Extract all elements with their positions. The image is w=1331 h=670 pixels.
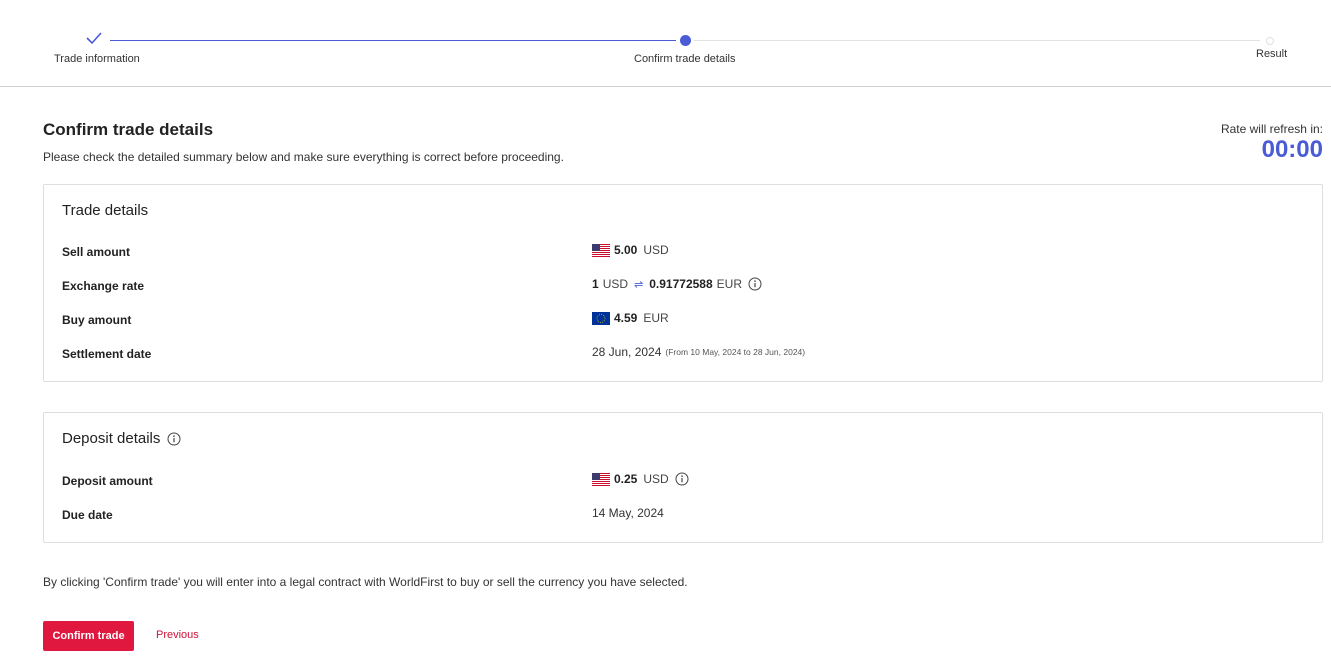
buy-amount-label: Buy amount [62, 313, 132, 327]
rate-to-currency: EUR [716, 277, 742, 291]
buy-amount: 4.59 [614, 311, 638, 325]
rate-to-amount: 0.91772588 [649, 277, 713, 291]
stepper-line-completed [110, 40, 676, 41]
due-date-label: Due date [62, 508, 113, 522]
deposit-details-info-icon[interactable] [167, 432, 181, 446]
step-label-result: Result [1256, 48, 1288, 60]
pending-step-dot [1266, 37, 1274, 45]
settlement-date-value: 28 Jun, 2024 (From 10 May, 2024 to 28 Ju… [592, 345, 805, 359]
rate-refresh-label: Rate will refresh in: [1220, 122, 1323, 136]
exchange-rate-label: Exchange rate [62, 279, 145, 293]
due-date: 14 May, 2024 [592, 506, 664, 520]
exchange-arrows-icon: ⇌ [634, 278, 644, 291]
confirm-trade-button[interactable]: Confirm trade [43, 621, 134, 651]
sell-amount-value: 5.00 USD [592, 243, 669, 257]
buy-amount-value: 4.59 EUR [592, 311, 669, 325]
eu-flag-icon [592, 311, 610, 325]
step-label-trade-information: Trade information [54, 53, 140, 65]
us-flag-icon [592, 472, 610, 486]
current-step-dot [680, 35, 691, 46]
due-date-value: 14 May, 2024 [592, 506, 664, 520]
rate-refresh-timer: 00:00 [1261, 136, 1323, 163]
stepper-line-pending [694, 40, 1260, 41]
previous-link[interactable]: Previous [156, 629, 199, 641]
page-title: Confirm trade details [43, 120, 214, 139]
trade-details-title: Trade details [62, 202, 149, 219]
step-label-confirm-trade-details: Confirm trade details [634, 53, 736, 65]
exchange-rate-info-icon[interactable] [748, 277, 762, 291]
deposit-amount-label: Deposit amount [62, 474, 153, 488]
deposit-details-title: Deposit details [62, 430, 161, 447]
buy-currency: EUR [643, 311, 669, 325]
exchange-rate-value: 1 USD ⇌ 0.91772588 EUR [592, 277, 762, 291]
progress-stepper: Trade information Confirm trade details … [0, 0, 1331, 87]
deposit-details-header: Deposit details [62, 430, 181, 447]
rate-from-amount: 1 [592, 277, 599, 291]
us-flag-icon [592, 243, 610, 257]
page-subtitle: Please check the detailed summary below … [43, 150, 564, 164]
deposit-amount-value: 0.25 USD [592, 472, 689, 486]
rate-from-currency: USD [602, 277, 629, 291]
sell-amount: 5.00 [614, 243, 638, 257]
deposit-details-card: Deposit details Deposit amount 0.25 USD … [43, 412, 1323, 543]
deposit-currency: USD [643, 472, 669, 486]
deposit-amount: 0.25 [614, 472, 638, 486]
sell-amount-label: Sell amount [62, 245, 131, 259]
settlement-date: 28 Jun, 2024 [592, 345, 662, 359]
trade-details-card: Trade details Sell amount 5.00 USD Excha… [43, 184, 1323, 382]
sell-currency: USD [643, 243, 669, 257]
legal-disclaimer: By clicking 'Confirm trade' you will ent… [43, 575, 688, 589]
deposit-amount-info-icon[interactable] [675, 472, 689, 486]
settlement-date-range: (From 10 May, 2024 to 28 Jun, 2024) [665, 347, 806, 357]
check-icon [86, 32, 102, 45]
settlement-date-label: Settlement date [62, 347, 152, 361]
